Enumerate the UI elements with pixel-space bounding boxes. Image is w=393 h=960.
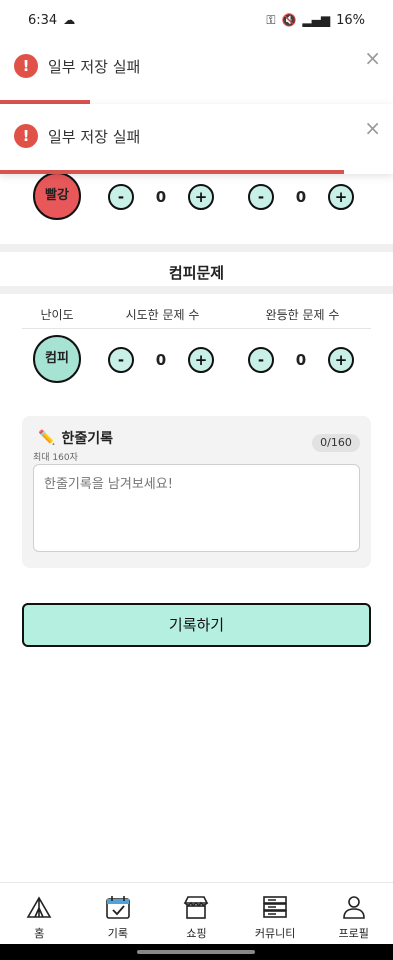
compi-attempted-plus-button[interactable]: +: [188, 347, 214, 373]
compi-attempted-count: 0: [155, 351, 167, 369]
pencil-icon: ✏️: [38, 430, 56, 446]
status-left: 6:34 ☁: [28, 13, 75, 28]
tab-profile[interactable]: 프로필: [314, 883, 393, 944]
red-attempted-minus-button[interactable]: -: [108, 184, 134, 210]
calendar-check-icon: [106, 896, 130, 919]
red-attempted-count: 0: [155, 188, 167, 206]
store-icon: [184, 896, 209, 919]
tab-label: 기록: [107, 927, 129, 940]
tab-label: 쇼핑: [186, 927, 207, 940]
cloud-icon: ☁: [63, 13, 76, 27]
person-icon: [342, 896, 365, 919]
compi-completed-count: 0: [295, 351, 307, 369]
tab-label: 프로필: [338, 927, 369, 940]
header-divider: [22, 328, 371, 329]
server-icon: [263, 896, 287, 918]
home-handle[interactable]: [137, 950, 255, 954]
bottom-tab-bar: 홈 기록 쇼핑 커뮤니티 프로필: [0, 882, 393, 944]
section-title: 컴피문제: [168, 264, 225, 282]
memo-header: ✏️ 한줄기록: [38, 428, 113, 448]
system-nav-bar: [0, 944, 393, 960]
tab-home[interactable]: 홈: [0, 883, 79, 944]
mute-icon: 🔇: [281, 13, 297, 27]
red-completed-plus-button[interactable]: +: [328, 184, 354, 210]
error-icon: !: [14, 54, 38, 78]
toast-message: 일부 저장 실패: [48, 128, 141, 146]
red-attempted-plus-button[interactable]: +: [188, 184, 214, 210]
column-attempted: 시도한 문제 수: [125, 308, 200, 322]
close-icon[interactable]: ×: [364, 118, 381, 138]
tent-icon: [26, 896, 52, 918]
memo-limit-text: 최대 160자: [33, 453, 78, 463]
compi-attempted-minus-button[interactable]: -: [108, 347, 134, 373]
submit-record-button[interactable]: 기록하기: [22, 603, 371, 647]
signal-icon: ▂▄▆: [302, 13, 331, 27]
memo-title: 한줄기록: [61, 431, 113, 447]
red-completed-count: 0: [295, 188, 307, 206]
compi-completed-minus-button[interactable]: -: [248, 347, 274, 373]
memo-char-counter: 0/160: [312, 434, 360, 452]
key-icon: ⚿: [266, 12, 276, 27]
status-right: ⚿ 🔇 ▂▄▆ 16%: [266, 13, 365, 28]
compi-badge: 컴피: [33, 335, 81, 383]
section-divider: [0, 286, 393, 294]
tab-label: 커뮤니티: [254, 927, 296, 940]
section-divider: [0, 244, 393, 252]
error-toast: ! 일부 저장 실패 ×: [0, 34, 393, 104]
compi-difficulty-row: 컴피 - 0 + - 0 +: [0, 335, 393, 385]
compi-completed-plus-button[interactable]: +: [328, 347, 354, 373]
red-difficulty-row: 빨강 - 0 + - 0 +: [0, 172, 393, 222]
tab-shopping[interactable]: 쇼핑: [157, 883, 236, 944]
battery-level: 16%: [336, 12, 365, 28]
error-toast: ! 일부 저장 실패 ×: [0, 104, 393, 174]
tab-label: 홈: [34, 927, 45, 940]
toast-message: 일부 저장 실패: [48, 58, 141, 76]
tab-community[interactable]: 커뮤니티: [236, 883, 315, 944]
status-time: 6:34: [28, 12, 58, 28]
memo-input[interactable]: [33, 464, 360, 552]
red-completed-minus-button[interactable]: -: [248, 184, 274, 210]
red-badge: 빨강: [33, 172, 81, 220]
tab-record[interactable]: 기록: [79, 883, 158, 944]
error-icon: !: [14, 124, 38, 148]
close-icon[interactable]: ×: [364, 48, 381, 68]
column-difficulty: 난이도: [40, 308, 74, 322]
toast-progress-bar: [0, 170, 344, 174]
column-completed: 완등한 문제 수: [265, 308, 340, 322]
